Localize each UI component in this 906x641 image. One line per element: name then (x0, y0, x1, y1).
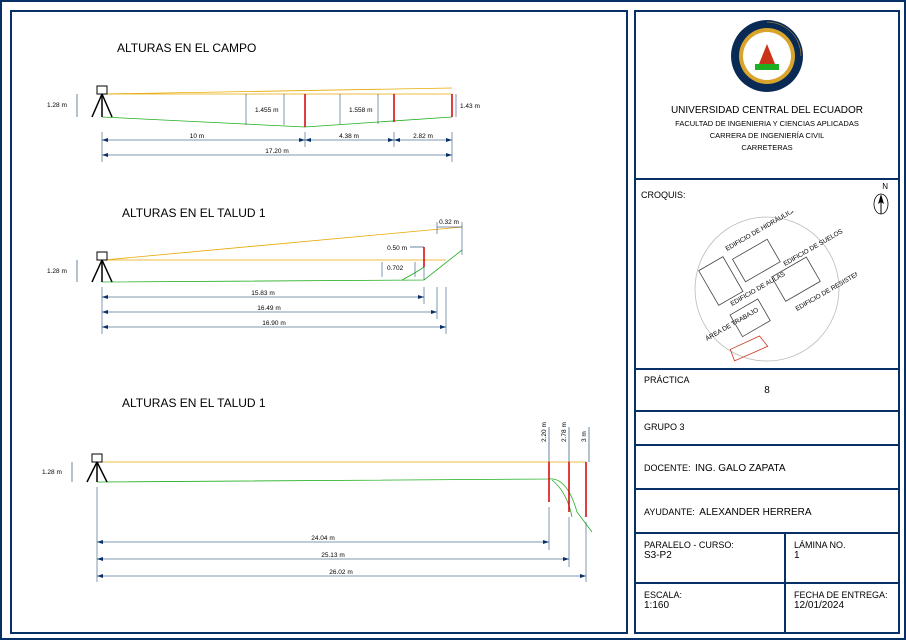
lamina-key: LÁMINA No. (794, 540, 890, 550)
north-arrow-icon (872, 192, 890, 216)
croquis-label: CROQUIS: (641, 190, 686, 200)
tripod-icon-campo (92, 86, 112, 117)
topdim-talud1: 0.32 m (439, 219, 459, 226)
v2-talud2: 2.78 m (561, 422, 568, 442)
paralelo-val: S3-P2 (644, 550, 776, 561)
tripod-height-campo: 1.28 m (47, 102, 67, 109)
tb-fecha: FECHA DE ENTREGA: 12/01/2024 (784, 582, 900, 634)
d1-talud2: 24.04 m (311, 535, 335, 542)
v3-talud2: 3 m (581, 431, 588, 442)
drawing-area: ALTURAS EN EL CAMPO 1.28 m 1.455 m (10, 10, 628, 634)
fecha-key: FECHA DE ENTREGA: (794, 590, 890, 600)
subject-name: CARRETERAS (636, 143, 898, 152)
practica-val: 8 (644, 385, 890, 396)
h050: 0.50 m (387, 245, 407, 252)
lamina-val: 1 (794, 550, 890, 561)
section-title-talud1: ALTURAS EN EL TALUD 1 (122, 206, 266, 220)
ayudante-key: AYUDANTE: (644, 507, 695, 517)
paralelo-key: PARALELO - CURSO: (644, 540, 776, 550)
north-label: N (882, 182, 888, 191)
fecha-val: 12/01/2024 (794, 600, 890, 611)
d2-talud1: 16.49 m (257, 305, 281, 312)
escala-val: 1:160 (644, 600, 776, 611)
ground-campo (102, 117, 452, 127)
d1-talud1: 15.83 m (251, 290, 275, 297)
career-name: CARRERA DE INGENIERÍA CIVIL (636, 131, 898, 140)
d2-campo: 4.38 m (339, 133, 359, 140)
location-map-icon: EDIFICIO DE HIDRÁULICA EDIFICIO DE AULAS… (677, 211, 857, 366)
tb-grupo: GRUPO 3 (634, 410, 900, 446)
tripod-height-talud2: 1.28 m (42, 469, 62, 476)
docente-key: DOCENTE: (644, 463, 691, 473)
faculty-name: FACULTAD DE INGENIERIA Y CIENCIAS APLICA… (636, 119, 898, 128)
sight-talud1-up (104, 227, 462, 260)
svg-text:ÁREA DE TRABAJO: ÁREA DE TRABAJO (704, 305, 760, 343)
d3-campo: 2.82 m (413, 133, 433, 140)
practica-key: PRÁCTICA (644, 375, 890, 385)
h0702: 0.702 (387, 265, 404, 272)
tripod-height-talud1: 1.28 m (47, 268, 67, 275)
tb-croquis: CROQUIS: N EDIFICIO DE HIDRÁULICA EDIFIC… (634, 178, 900, 370)
tb-paralelo: PARALELO - CURSO: S3-P2 (634, 532, 786, 584)
tb-header: UNIVERSIDAD CENTRAL DEL ECUADOR FACULTAD… (634, 10, 900, 180)
drawing-sheet: ALTURAS EN EL CAMPO 1.28 m 1.455 m (0, 0, 906, 640)
escala-key: ESCALA: (644, 590, 776, 600)
university-seal-icon (727, 16, 807, 96)
svg-text:EDIFICIO DE RESISTENCIA: EDIFICIO DE RESISTENCIA (795, 264, 858, 312)
section-title-talud2: ALTURAS EN EL TALUD 1 (122, 396, 266, 410)
section-title-campo: ALTURAS EN EL CAMPO (117, 41, 256, 55)
h3-campo: 1.43 m (460, 103, 480, 110)
v1-talud2: 2.20 m (541, 422, 548, 442)
drawing-svg: ALTURAS EN EL CAMPO 1.28 m 1.455 m (12, 12, 630, 636)
tripod-icon-talud1 (92, 252, 112, 282)
h1-campo: 1.455 m (255, 107, 279, 114)
docente-val: ING. GALO ZAPATA (695, 463, 786, 474)
tb-ayudante: AYUDANTE: ALEXANDER HERRERA (634, 488, 900, 534)
tb-lamina: LÁMINA No. 1 (784, 532, 900, 584)
ayudante-val: ALEXANDER HERRERA (699, 507, 811, 518)
tripod-icon-talud2 (87, 454, 107, 482)
university-name: UNIVERSIDAD CENTRAL DEL ECUADOR (636, 105, 898, 116)
d2-talud2: 25.13 m (321, 552, 345, 559)
grupo-val: GRUPO 3 (644, 422, 685, 432)
total-campo: 17.20 m (265, 148, 289, 155)
ground-talud2 (97, 479, 592, 532)
sight-campo-2 (104, 88, 452, 94)
h2-campo: 1.558 m (349, 107, 373, 114)
tb-docente: DOCENTE: ING. GALO ZAPATA (634, 444, 900, 490)
d3-talud2: 26.02 m (329, 569, 353, 576)
d3-talud1: 16.90 m (262, 320, 286, 327)
titleblock: UNIVERSIDAD CENTRAL DEL ECUADOR FACULTAD… (634, 10, 900, 634)
tb-escala: ESCALA: 1:160 (634, 582, 786, 634)
d1-campo: 10 m (190, 133, 204, 140)
tb-practica: PRÁCTICA 8 (634, 368, 900, 412)
